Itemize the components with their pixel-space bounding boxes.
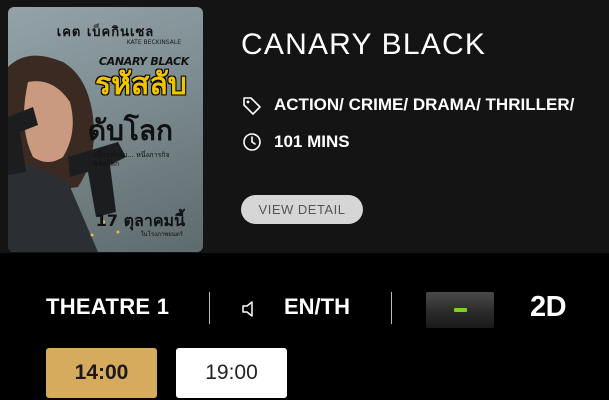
rating-indicator bbox=[453, 308, 467, 312]
clock-icon bbox=[241, 131, 263, 153]
format-label: 2D bbox=[530, 291, 567, 323]
poster-thai-title-1: รหัสลับ bbox=[95, 67, 187, 102]
poster-thai-title-2: ดับโลก bbox=[87, 114, 173, 147]
view-detail-button[interactable]: VIEW DETAIL bbox=[241, 195, 363, 224]
movie-card: เคต เบ็คกินเซล KATE BECKINSALE CANARY BL… bbox=[0, 0, 609, 253]
poster-small-credit: KATE BECKINSALE bbox=[126, 39, 181, 46]
speaker-icon bbox=[240, 300, 258, 318]
genre-text: ACTION/ CRIME/ DRAMA/ THRILLER/ bbox=[274, 95, 575, 114]
poster-tagline: หนึ่งรหัสลับ... หนึ่งภารกิจพิชิตโลก bbox=[93, 151, 170, 168]
genre-row: ACTION/ CRIME/ DRAMA/ THRILLER/ bbox=[241, 94, 574, 116]
movie-poster[interactable]: เคต เบ็คกินเซล KATE BECKINSALE CANARY BL… bbox=[8, 7, 203, 252]
duration-text: 101 MINS bbox=[274, 132, 350, 151]
showtime-button-1400[interactable]: 14:00 bbox=[46, 348, 157, 398]
divider bbox=[391, 292, 392, 324]
duration-row: 101 MINS bbox=[241, 131, 350, 153]
audio-language: EN/TH bbox=[284, 294, 350, 319]
showtime-button-1900[interactable]: 19:00 bbox=[176, 348, 287, 398]
tag-icon bbox=[241, 94, 263, 116]
movie-title: CANARY BLACK bbox=[241, 28, 487, 61]
poster-release-sub: ในโรงภาพยนตร์ bbox=[140, 231, 183, 238]
rating-badge bbox=[426, 292, 494, 328]
theatre-name: THEATRE 1 bbox=[46, 294, 170, 319]
divider bbox=[209, 292, 210, 324]
